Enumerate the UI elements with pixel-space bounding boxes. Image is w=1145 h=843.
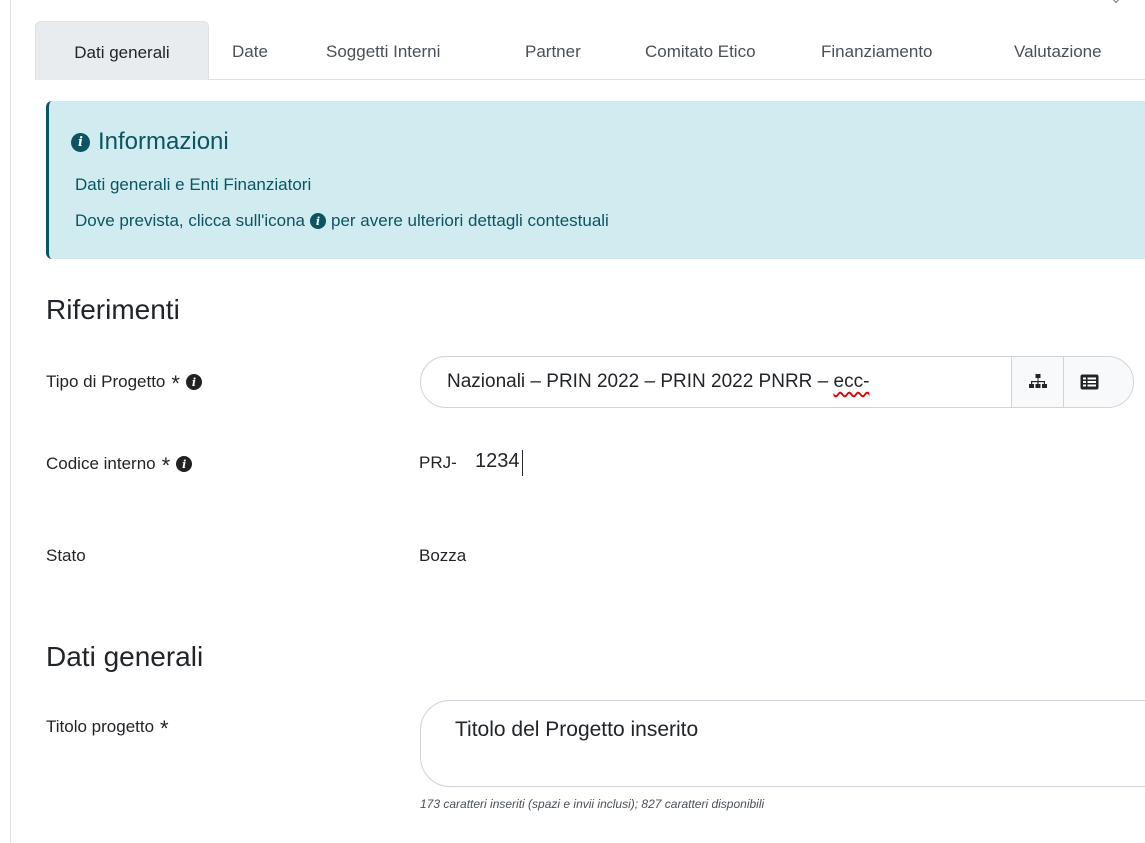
tab-date[interactable]: Date — [232, 21, 268, 78]
info-circle-icon: i — [310, 213, 327, 229]
section-title-riferimenti: Riferimenti — [46, 294, 180, 325]
alert-text-1: Dati generali e Enti Finanziatori — [75, 175, 312, 194]
tipo-progetto-select[interactable]: Nazionali – PRIN 2022 – PRIN 2022 PNRR –… — [420, 356, 1134, 408]
titolo-progetto-label-text: Titolo progetto — [46, 717, 155, 736]
codice-interno-input[interactable]: 1234 — [475, 450, 523, 476]
stato-value: Bozza — [419, 546, 467, 565]
codice-interno-label: Codice interno * i — [46, 453, 193, 478]
sitemap-icon — [1029, 374, 1047, 388]
tipo-progetto-value: Nazionali – PRIN 2022 – PRIN 2022 PNRR –… — [447, 371, 869, 393]
list-alt-icon — [1080, 374, 1099, 390]
info-circle-icon: i — [71, 132, 90, 152]
list-button[interactable] — [1063, 357, 1133, 407]
tab-finanziamento[interactable]: Finanziamento — [821, 21, 933, 78]
titolo-progetto-value: Titolo del Progetto inserito — [455, 718, 699, 741]
alert-text-2-after: per avere ulteriori dettagli contestuali — [331, 211, 609, 230]
hierarchy-button[interactable] — [1011, 357, 1064, 407]
alert-text-2-before: Dove prevista, clicca sull'icona — [75, 211, 306, 230]
chevron-down-icon[interactable] — [1108, 0, 1124, 4]
alert-text-2: Dove prevista, clicca sull'icona i per a… — [75, 211, 609, 231]
tipo-progetto-label-text: Tipo di Progetto — [46, 372, 166, 391]
info-circle-icon[interactable]: i — [176, 456, 193, 472]
alert-heading: i Informazioni — [71, 128, 229, 156]
stato-label: Stato — [46, 546, 86, 565]
titolo-progetto-textarea[interactable]: Titolo del Progetto inserito — [420, 700, 1145, 787]
section-title-dati-generali: Dati generali — [46, 641, 204, 672]
tipo-progetto-value-tail: ecc- — [833, 371, 870, 392]
required-asterisk: * — [160, 716, 169, 741]
character-counter: 173 caratteri inseriti (spazi e invii in… — [420, 797, 765, 811]
tab-valutazione[interactable]: Valutazione — [1014, 21, 1102, 78]
info-alert: i Informazioni Dati generali e Enti Fina… — [46, 101, 1145, 259]
tab-partner[interactable]: Partner — [525, 21, 581, 78]
tab-soggetti-interni[interactable]: Soggetti Interni — [326, 21, 440, 78]
required-asterisk: * — [161, 453, 171, 478]
tab-comitato-etico[interactable]: Comitato Etico — [645, 21, 756, 78]
alert-title: Informazioni — [98, 128, 229, 155]
titolo-progetto-label: Titolo progetto * — [46, 716, 169, 741]
tipo-progetto-value-main: Nazionali – PRIN 2022 – PRIN 2022 PNRR – — [447, 371, 834, 392]
left-divider — [10, 0, 11, 843]
codice-interno-label-text: Codice interno — [46, 454, 156, 473]
tab-bar: Dati generali Date Soggetti Interni Part… — [35, 21, 1145, 80]
info-circle-icon[interactable]: i — [185, 374, 202, 390]
tab-dati-generali[interactable]: Dati generali — [35, 21, 209, 80]
codice-interno-prefix: PRJ- — [419, 453, 457, 472]
tipo-progetto-label: Tipo di Progetto * i — [46, 371, 202, 396]
required-asterisk: * — [171, 371, 180, 396]
